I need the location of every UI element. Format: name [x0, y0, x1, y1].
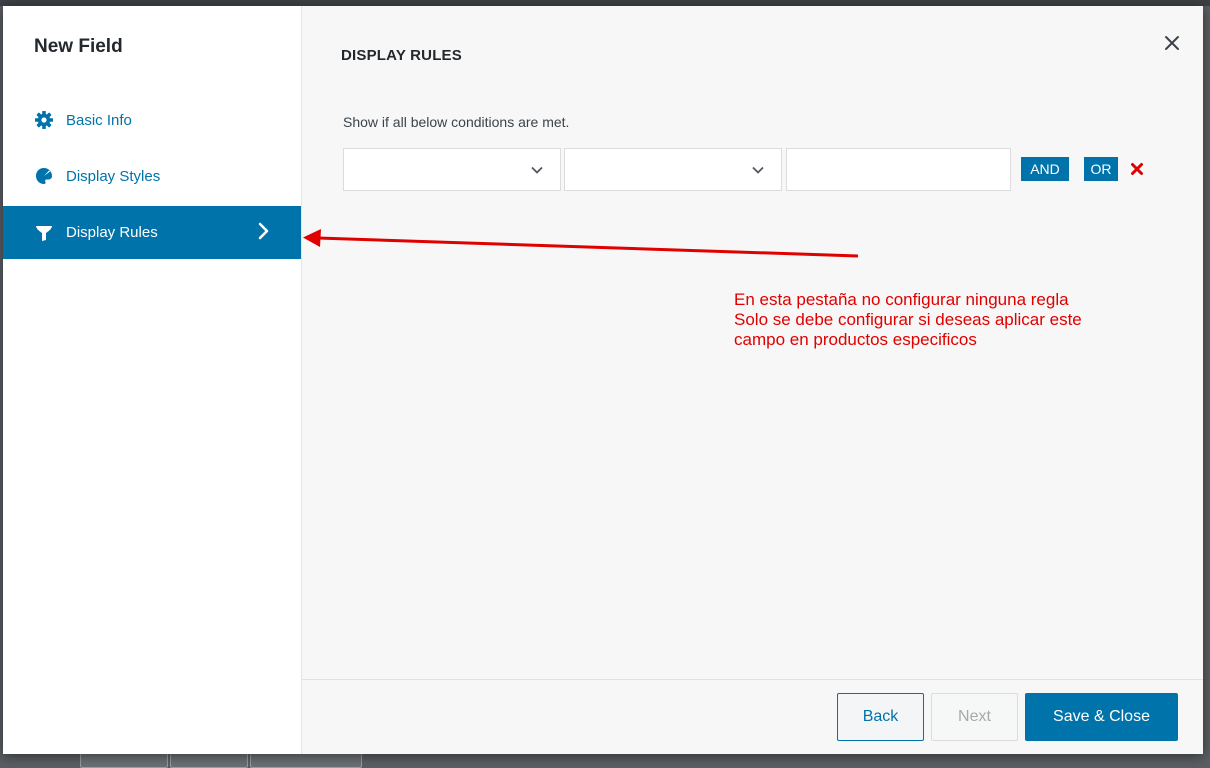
- chevron-down-icon: [530, 163, 544, 182]
- sidebar-item-label: Display Styles: [66, 167, 161, 185]
- close-icon[interactable]: [1161, 32, 1183, 54]
- operator-select[interactable]: [564, 148, 782, 191]
- save-and-close-button[interactable]: Save & Close: [1025, 693, 1178, 741]
- field-select[interactable]: [343, 148, 561, 191]
- value-input[interactable]: [786, 148, 1011, 191]
- background-page-button: [80, 752, 168, 768]
- sidebar-item-label: Display Rules: [66, 224, 158, 241]
- main-panel: DISPLAY RULES Show if all below conditio…: [302, 6, 1203, 754]
- sidebar-item-display-styles[interactable]: Display Styles: [3, 148, 301, 204]
- background-page-button: [250, 752, 362, 768]
- annotation-line: Solo se debe configurar si deseas aplica…: [734, 310, 1082, 329]
- gear-icon: [34, 110, 54, 130]
- sidebar-item-display-rules[interactable]: Display Rules: [3, 206, 301, 259]
- chevron-down-icon: [751, 163, 765, 182]
- or-button[interactable]: OR: [1084, 157, 1118, 181]
- annotation-line: En esta pestaña no configurar ninguna re…: [734, 290, 1069, 309]
- annotation-note: En esta pestaña no configurar ninguna re…: [734, 290, 1174, 350]
- palette-icon: [34, 166, 54, 186]
- modal-footer: Back Next Save & Close: [302, 679, 1203, 754]
- sidebar-item-label: Basic Info: [66, 111, 132, 129]
- section-title: DISPLAY RULES: [341, 47, 462, 64]
- sidebar-nav: Basic Info Display Styles Display Rules: [3, 92, 301, 259]
- modal-title: New Field: [34, 36, 123, 57]
- sidebar-item-basic-info[interactable]: Basic Info: [3, 92, 301, 148]
- chevron-right-icon: [257, 221, 271, 245]
- back-button[interactable]: Back: [837, 693, 924, 741]
- new-field-modal: New Field Basic Info Display Styles Disp…: [3, 6, 1203, 754]
- background-page-button: [170, 752, 248, 768]
- and-button[interactable]: AND: [1021, 157, 1069, 181]
- remove-rule-icon[interactable]: [1130, 162, 1144, 181]
- filter-icon: [34, 223, 54, 243]
- condition-description: Show if all below conditions are met.: [343, 114, 570, 130]
- sidebar: New Field Basic Info Display Styles Disp…: [3, 6, 302, 754]
- next-button[interactable]: Next: [931, 693, 1018, 741]
- annotation-line: campo en productos especificos: [734, 330, 977, 349]
